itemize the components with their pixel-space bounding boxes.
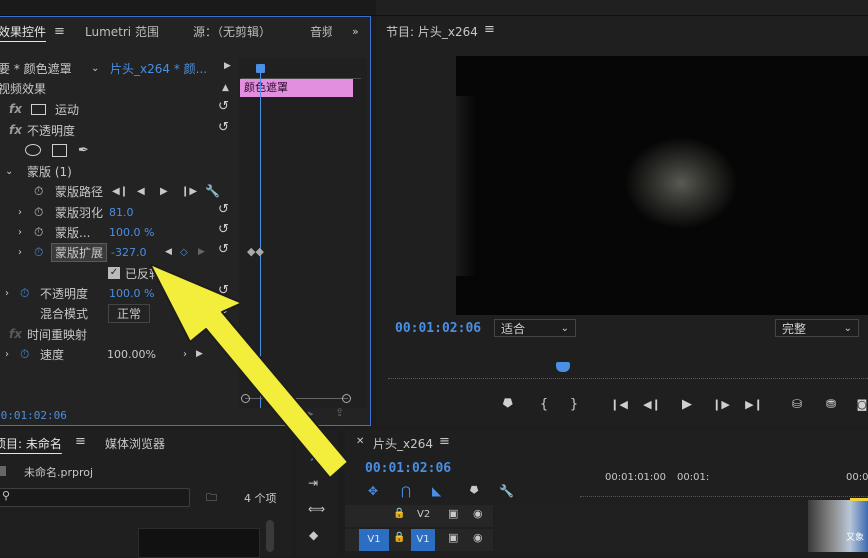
arrow-shape bbox=[149, 263, 349, 479]
annotation-arrow bbox=[149, 263, 349, 479]
